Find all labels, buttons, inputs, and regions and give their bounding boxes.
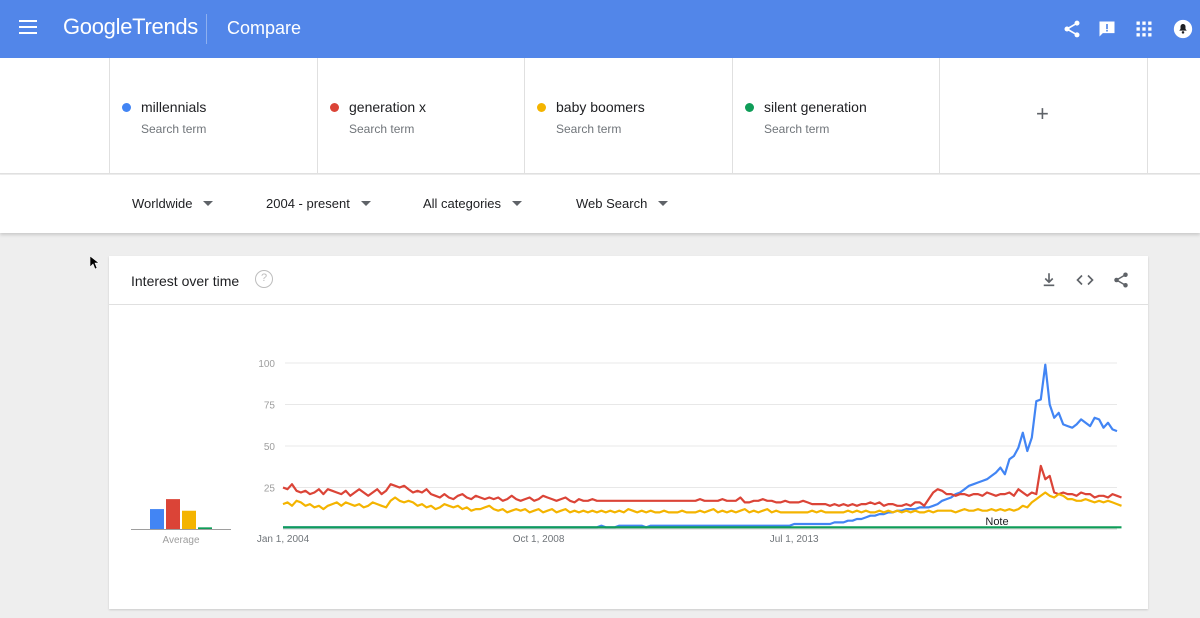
account-avatar-icon[interactable]	[1173, 19, 1193, 39]
page-title: Compare	[227, 18, 302, 38]
y-tick-label: 75	[264, 401, 276, 412]
average-bar-baby-boomers	[182, 510, 196, 529]
plus-icon: +	[1036, 101, 1049, 126]
y-tick-label: 50	[264, 442, 276, 453]
google-trends-logo[interactable]: GoogleTrends	[63, 14, 198, 40]
x-tick-label: Jul 1, 2013	[770, 534, 819, 545]
logo-trends: Trends	[132, 14, 199, 39]
caret-down-icon	[203, 201, 214, 206]
mouse-cursor-icon	[90, 256, 100, 270]
help-icon[interactable]: ?	[255, 270, 273, 288]
term-name[interactable]: generation x	[349, 99, 426, 115]
filters-bar: Worldwide 2004 - present All categories …	[0, 175, 1200, 233]
time-range-dropdown[interactable]: 2004 - present	[266, 196, 371, 211]
category-dropdown[interactable]: All categories	[423, 196, 523, 211]
embed-code-icon[interactable]	[1076, 271, 1094, 289]
caret-down-icon	[512, 201, 523, 206]
interest-over-time-card: Interest over time ? 100 75 50 25 Jan 1, 200…	[109, 256, 1148, 609]
term-type: Search term	[764, 122, 830, 136]
average-bar-millennials	[150, 509, 164, 529]
region-value: Worldwide	[132, 196, 193, 211]
region-dropdown[interactable]: Worldwide	[132, 196, 214, 211]
term-color-dot	[122, 103, 131, 112]
chart-note-label[interactable]: Note	[985, 516, 1008, 528]
term-generation-x[interactable]: generation x Search term	[317, 58, 525, 174]
term-millennials[interactable]: millennials Search term	[109, 58, 317, 174]
average-bar-silent-generation	[198, 527, 212, 529]
term-color-dot	[537, 103, 546, 112]
add-comparison-button[interactable]: +	[939, 58, 1148, 174]
category-value: All categories	[423, 196, 502, 211]
search-property-dropdown[interactable]: Web Search	[576, 196, 669, 211]
share-icon[interactable]	[1112, 271, 1130, 289]
caret-down-icon	[658, 201, 669, 206]
term-color-dot	[330, 103, 339, 112]
term-type: Search term	[141, 122, 207, 136]
header-divider	[206, 14, 207, 44]
term-name[interactable]: millennials	[141, 99, 206, 115]
term-name[interactable]: silent generation	[764, 99, 867, 115]
card-header: Interest over time ?	[109, 256, 1148, 305]
interest-over-time-chart: 100 75 50 25 Jan 1, 2004 Oct 1, 2008 Jul 1, 20…	[131, 359, 1122, 546]
menu-icon[interactable]	[19, 20, 37, 34]
share-icon[interactable]	[1062, 19, 1082, 39]
average-bar-chart	[131, 499, 231, 530]
average-label: Average	[162, 535, 200, 546]
x-tick-label: Oct 1, 2008	[513, 534, 565, 545]
term-silent-generation[interactable]: silent generation Search term	[732, 58, 940, 174]
card-title: Interest over time	[131, 273, 240, 289]
apps-grid-icon[interactable]	[1134, 19, 1154, 39]
caret-down-icon	[360, 201, 371, 206]
term-name[interactable]: baby boomers	[556, 99, 645, 115]
search-property-value: Web Search	[576, 196, 648, 211]
time-range-value: 2004 - present	[266, 196, 350, 211]
term-type: Search term	[349, 122, 415, 136]
y-tick-label: 25	[264, 484, 276, 495]
feedback-icon[interactable]	[1097, 19, 1117, 39]
search-terms-bar: millennials Search term generation x Sea…	[0, 58, 1200, 174]
logo-google: Google	[63, 14, 133, 39]
x-tick-label: Jan 1, 2004	[257, 534, 310, 545]
download-icon[interactable]	[1040, 271, 1058, 289]
chart-gridlines	[283, 362, 1117, 530]
term-type: Search term	[556, 122, 622, 136]
top-app-bar: GoogleTrends Compare	[0, 0, 1200, 58]
term-color-dot	[745, 103, 754, 112]
term-baby-boomers[interactable]: baby boomers Search term	[524, 58, 732, 174]
y-tick-label: 100	[258, 359, 275, 370]
chart-labels: 100 75 50 25 Jan 1, 2004 Oct 1, 2008 Jul 1, 20…	[162, 359, 1008, 546]
average-bar-generation-x	[166, 499, 180, 529]
